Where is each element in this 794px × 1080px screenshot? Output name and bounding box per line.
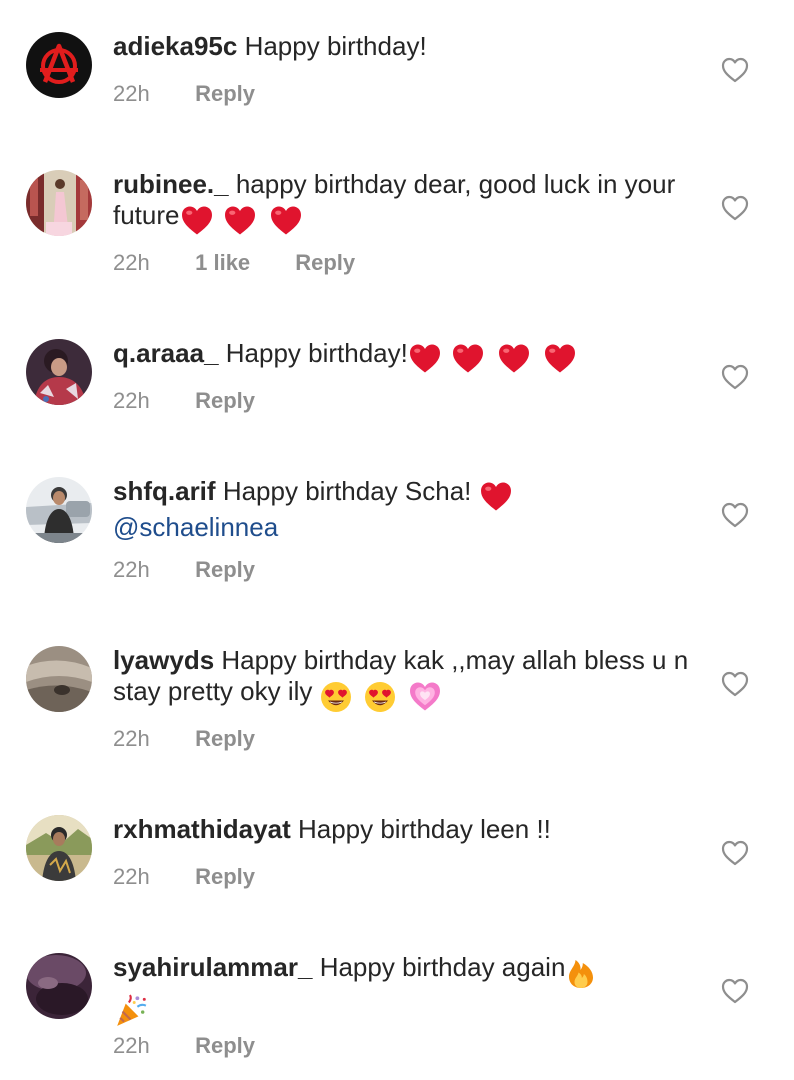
- red-heart-emoji-icon: [488, 343, 534, 374]
- avatar[interactable]: [26, 477, 92, 543]
- like-heart-icon[interactable]: [721, 57, 749, 83]
- comment-username[interactable]: rubinee._: [113, 169, 229, 199]
- comment-meta: 22h Reply: [113, 81, 255, 107]
- comment-time: 22h: [113, 1033, 150, 1058]
- comment-username[interactable]: lyawyds: [113, 645, 214, 675]
- comment-time: 22h: [113, 250, 150, 275]
- comment-meta: 22h Reply: [113, 864, 255, 890]
- avatar[interactable]: [26, 953, 92, 1019]
- reply-button[interactable]: Reply: [195, 1033, 255, 1059]
- fire-emoji-icon: [565, 957, 597, 989]
- blurry-photo-image: [26, 646, 92, 712]
- comment-time: 22h: [113, 557, 150, 582]
- dark-purple-photo-image: [26, 953, 92, 1019]
- like-heart-icon[interactable]: [721, 195, 749, 221]
- emoji-group: [565, 957, 597, 989]
- comment-text: lyawyds Happy birthday kak ,,may allah b…: [113, 645, 693, 713]
- avatar[interactable]: [26, 339, 92, 405]
- avatar[interactable]: [26, 32, 92, 98]
- avatar[interactable]: [26, 646, 92, 712]
- comment-meta: 22h Reply: [113, 388, 255, 414]
- comment-body: Happy birthday!: [225, 338, 408, 368]
- comment-body: Happy birthday again: [319, 952, 566, 982]
- comment-time: 22h: [113, 388, 150, 413]
- comment-text: rxhmathidayat Happy birthday leen !!: [113, 814, 693, 845]
- comment-meta: 22h Reply: [113, 1033, 255, 1059]
- comment-meta: 22h 1 like Reply: [113, 250, 355, 276]
- mention-link[interactable]: @schaelinnea: [113, 512, 278, 542]
- red-heart-emoji-icon: [442, 343, 488, 374]
- comment-time: 22h: [113, 864, 150, 889]
- reply-button[interactable]: Reply: [195, 557, 255, 583]
- comment-text: rubinee._ happy birthday dear, good luck…: [113, 169, 693, 236]
- comment-username[interactable]: syahirulammar_: [113, 952, 312, 982]
- party-popper-emoji-icon: [113, 994, 149, 1028]
- man-with-car-image: [26, 477, 92, 543]
- emoji-group: [408, 343, 580, 374]
- avatar[interactable]: [26, 170, 92, 236]
- woman-in-pink-dress-image: [26, 170, 92, 236]
- comment-username[interactable]: rxhmathidayat: [113, 814, 291, 844]
- reply-button[interactable]: Reply: [295, 250, 355, 276]
- man-outdoors-image: [26, 815, 92, 881]
- comment-body: Happy birthday!: [244, 31, 427, 61]
- emoji-group: [113, 994, 149, 1028]
- like-heart-icon[interactable]: [721, 502, 749, 528]
- heart-eyes-emoji-icon: [352, 681, 400, 713]
- person-photo-image: [26, 339, 92, 405]
- like-heart-icon[interactable]: [721, 364, 749, 390]
- heart-eyes-emoji-icon: [320, 681, 352, 713]
- comment-text: adieka95c Happy birthday!: [113, 31, 693, 62]
- like-heart-icon[interactable]: [721, 671, 749, 697]
- like-heart-icon[interactable]: [721, 978, 749, 1004]
- red-heart-emoji-icon: [408, 343, 442, 374]
- red-heart-emoji-icon: [180, 205, 214, 236]
- like-heart-icon[interactable]: [721, 840, 749, 866]
- comment-username[interactable]: adieka95c: [113, 31, 237, 61]
- comment-text: syahirulammar_ Happy birthday again: [113, 952, 693, 1028]
- comment-body: Happy birthday leen !!: [297, 814, 551, 844]
- comment-text: shfq.arif Happy birthday Scha! @schaelin…: [113, 476, 693, 543]
- comment-username[interactable]: shfq.arif: [113, 476, 216, 506]
- emoji-group: [479, 481, 513, 512]
- red-heart-emoji-icon: [214, 205, 260, 236]
- red-heart-emoji-icon: [534, 343, 580, 374]
- comment-meta: 22h Reply: [113, 726, 255, 752]
- comment-time: 22h: [113, 81, 150, 106]
- comment-body: Happy birthday Scha!: [222, 476, 472, 506]
- emoji-group: [320, 681, 444, 713]
- anarchy-symbol-image: [26, 32, 92, 98]
- emoji-group: [180, 205, 306, 236]
- avatar[interactable]: [26, 815, 92, 881]
- red-heart-emoji-icon: [479, 481, 513, 512]
- reply-button[interactable]: Reply: [195, 388, 255, 414]
- comment-time: 22h: [113, 726, 150, 751]
- reply-button[interactable]: Reply: [195, 81, 255, 107]
- like-count[interactable]: 1 like: [195, 250, 289, 276]
- red-heart-emoji-icon: [260, 205, 306, 236]
- comment-meta: 22h Reply: [113, 557, 255, 583]
- comment-text: q.araaa_ Happy birthday!: [113, 338, 693, 374]
- reply-button[interactable]: Reply: [195, 864, 255, 890]
- reply-button[interactable]: Reply: [195, 726, 255, 752]
- growing-heart-emoji-icon: [400, 681, 444, 712]
- comment-username[interactable]: q.araaa_: [113, 338, 219, 368]
